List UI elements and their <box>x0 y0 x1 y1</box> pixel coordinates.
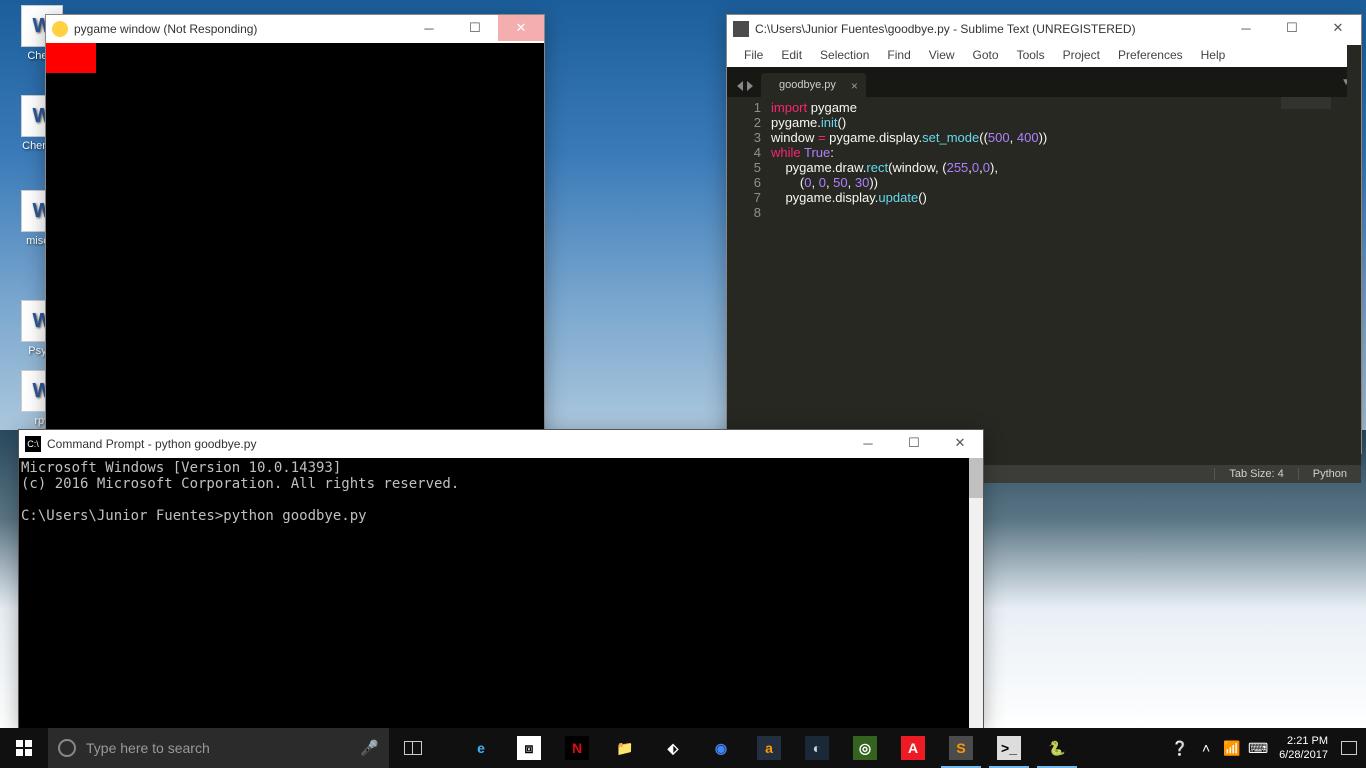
cmd-scrollbar[interactable] <box>969 458 983 728</box>
sublime-titlebar[interactable]: C:\Users\Junior Fuentes\goodbye.py - Sub… <box>727 15 1361 43</box>
maximize-button[interactable]: ☐ <box>452 15 498 41</box>
code-content[interactable]: import pygame pygame.init() window = pyg… <box>771 100 1361 465</box>
wifi-icon[interactable]: 📶 <box>1219 728 1245 768</box>
sublime-title: C:\Users\Junior Fuentes\goodbye.py - Sub… <box>755 22 1223 36</box>
pygame-app-icon <box>52 21 68 37</box>
help-icon[interactable]: ❔ <box>1167 728 1193 768</box>
status-syntax[interactable]: Python <box>1298 468 1361 480</box>
taskbar-app-store[interactable]: ⧈ <box>505 728 553 768</box>
taskbar-app-dropbox[interactable]: ⬖ <box>649 728 697 768</box>
menu-help[interactable]: Help <box>1192 45 1235 65</box>
taskbar-app-edge[interactable]: e <box>457 728 505 768</box>
maximize-button[interactable]: ☐ <box>1269 15 1315 41</box>
cmd-app-icon <box>25 436 41 452</box>
tab-close-icon[interactable]: × <box>851 79 858 93</box>
taskbar-app-chrome[interactable]: ◉ <box>697 728 745 768</box>
tab-nav-right-icon[interactable] <box>747 81 753 91</box>
pygame-window: pygame window (Not Responding) ─ ☐ ✕ <box>45 14 545 440</box>
taskbar-app-tripadvisor[interactable]: ◎ <box>841 728 889 768</box>
mic-icon[interactable]: 🎤 <box>360 739 379 757</box>
minimize-button[interactable]: ─ <box>1223 15 1269 41</box>
menu-view[interactable]: View <box>920 45 964 65</box>
system-tray: ❔ ˄ 📶 ⌨ 2:21 PM 6/28/2017 <box>1167 728 1366 768</box>
tab-nav-left-icon[interactable] <box>737 81 743 91</box>
cortana-icon <box>58 739 76 757</box>
tab-goodbye-py[interactable]: goodbye.py × <box>761 73 866 97</box>
menu-find[interactable]: Find <box>878 45 919 65</box>
explorer-icon: 📁 <box>613 736 637 760</box>
menu-edit[interactable]: Edit <box>772 45 811 65</box>
notification-icon <box>1341 741 1357 755</box>
taskbar-app-explorer[interactable]: 📁 <box>601 728 649 768</box>
maximize-button[interactable]: ☐ <box>891 430 937 456</box>
start-button[interactable] <box>0 728 48 768</box>
acrobat-icon: A <box>901 736 925 760</box>
edge-icon: e <box>469 736 493 760</box>
pygame-canvas <box>46 43 544 439</box>
cmd-console[interactable]: Microsoft Windows [Version 10.0.14393] (… <box>19 458 969 728</box>
sublime-window: C:\Users\Junior Fuentes\goodbye.py - Sub… <box>726 14 1362 454</box>
search-placeholder: Type here to search <box>86 740 210 756</box>
drawn-rectangle <box>46 43 96 73</box>
tab-label: goodbye.py <box>779 79 836 91</box>
clock-time: 2:21 PM <box>1279 734 1328 748</box>
pygame-titlebar[interactable]: pygame window (Not Responding) ─ ☐ ✕ <box>46 15 544 43</box>
cmd-window: Command Prompt - python goodbye.py ─ ☐ ✕… <box>18 429 984 729</box>
line-gutter: 12345678 <box>727 100 771 465</box>
close-button[interactable]: ✕ <box>1315 15 1361 41</box>
task-view-button[interactable] <box>389 728 437 768</box>
taskbar-app-steam[interactable]: ◐ <box>793 728 841 768</box>
tray-chevron-up-icon[interactable]: ˄ <box>1193 728 1219 768</box>
pygame-title: pygame window (Not Responding) <box>74 22 406 36</box>
keyboard-icon[interactable]: ⌨ <box>1245 728 1271 768</box>
taskbar-app-amazon[interactable]: a <box>745 728 793 768</box>
sublime-tab-row: goodbye.py × ▼ <box>727 67 1361 97</box>
store-icon: ⧈ <box>517 736 541 760</box>
taskbar-app-cmd[interactable]: >_ <box>985 728 1033 768</box>
taskbar-app-acrobat[interactable]: A <box>889 728 937 768</box>
menu-project[interactable]: Project <box>1054 45 1109 65</box>
menu-selection[interactable]: Selection <box>811 45 878 65</box>
tripadvisor-icon: ◎ <box>853 736 877 760</box>
sublime-app-icon <box>733 21 749 37</box>
python-icon: 🐍 <box>1045 736 1069 760</box>
netflix-icon: N <box>565 736 589 760</box>
search-box[interactable]: Type here to search 🎤 <box>48 728 389 768</box>
menu-file[interactable]: File <box>735 45 772 65</box>
dropbox-icon: ⬖ <box>661 736 685 760</box>
amazon-icon: a <box>757 736 781 760</box>
action-center-button[interactable] <box>1336 728 1362 768</box>
sublime-menubar: FileEditSelectionFindViewGotoToolsProjec… <box>727 43 1361 67</box>
close-button[interactable]: ✕ <box>498 15 544 41</box>
editor-scrollbar[interactable] <box>1347 45 1361 435</box>
clock-date: 6/28/2017 <box>1279 748 1328 762</box>
taskbar-app-netflix[interactable]: N <box>553 728 601 768</box>
minimize-button[interactable]: ─ <box>845 430 891 456</box>
taskbar: Type here to search 🎤 e ⧈ N 📁 ⬖ ◉ a ◐ ◎ AS >_ 🐍 ❔ ˄… <box>0 728 1366 768</box>
close-button[interactable]: ✕ <box>937 430 983 456</box>
menu-tools[interactable]: Tools <box>1008 45 1054 65</box>
cmd-titlebar[interactable]: Command Prompt - python goodbye.py ─ ☐ ✕ <box>19 430 983 458</box>
sublime-editor[interactable]: 12345678 import pygame pygame.init() win… <box>727 97 1361 465</box>
menu-preferences[interactable]: Preferences <box>1109 45 1192 65</box>
taskbar-app-python[interactable]: 🐍 <box>1033 728 1081 768</box>
status-tab-size[interactable]: Tab Size: 4 <box>1214 468 1297 480</box>
sublime-icon: S <box>949 736 973 760</box>
menu-goto[interactable]: Goto <box>964 45 1008 65</box>
chrome-icon: ◉ <box>709 736 733 760</box>
cmd-icon: >_ <box>997 736 1021 760</box>
cmd-title: Command Prompt - python goodbye.py <box>47 437 845 451</box>
steam-icon: ◐ <box>805 736 829 760</box>
task-view-icon <box>404 741 422 755</box>
minimize-button[interactable]: ─ <box>406 15 452 41</box>
taskbar-app-sublime[interactable]: S <box>937 728 985 768</box>
taskbar-clock[interactable]: 2:21 PM 6/28/2017 <box>1271 734 1336 762</box>
